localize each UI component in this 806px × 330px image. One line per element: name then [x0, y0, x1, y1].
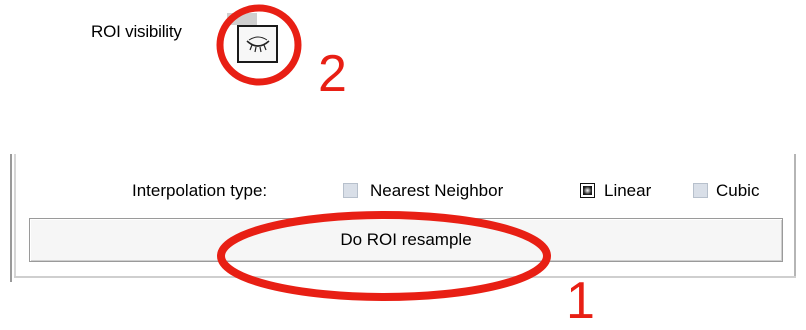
annotation-marker-2: 2	[318, 45, 347, 103]
annotation-marker-1: 1	[566, 272, 595, 330]
annotation-circle-2	[216, 4, 302, 86]
annotation-ellipse-1	[217, 211, 551, 301]
annotation-overlay	[216, 4, 551, 301]
